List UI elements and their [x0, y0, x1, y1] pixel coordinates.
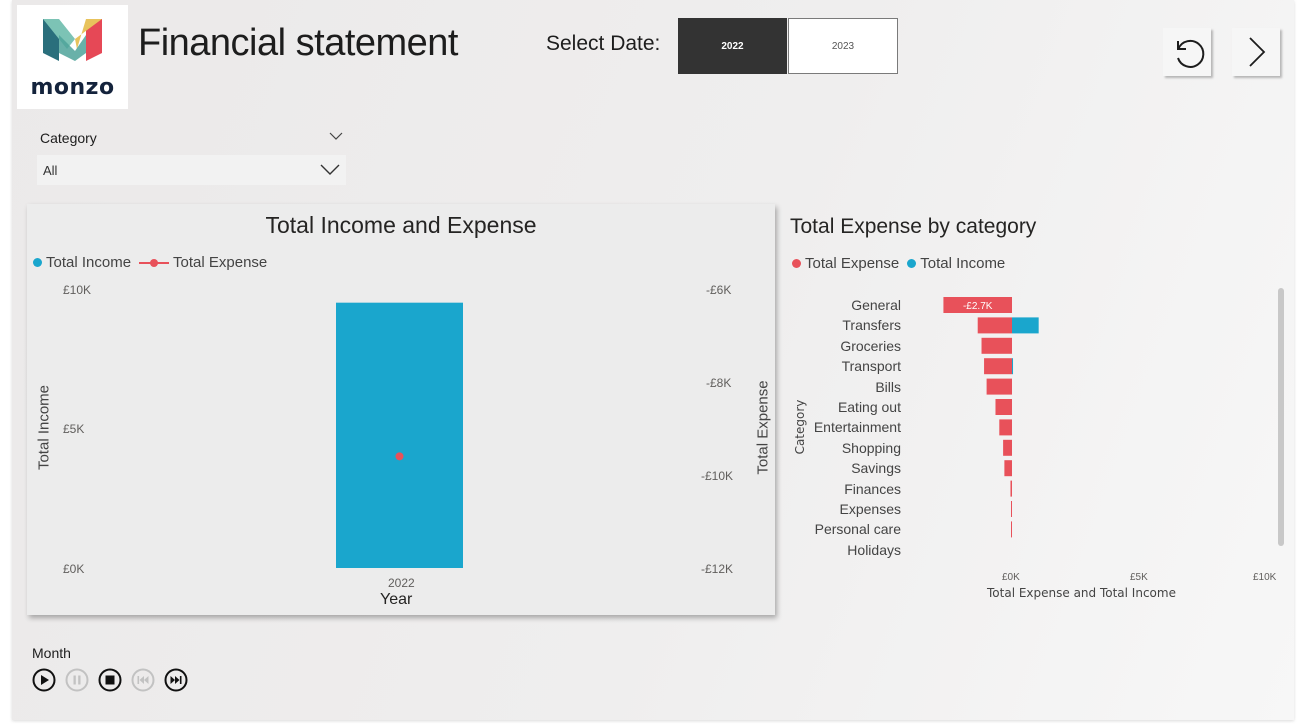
date-selector-label: Select Date:: [546, 32, 661, 55]
undo-icon: [1177, 39, 1205, 68]
legend-dot-icon: [907, 259, 917, 268]
category-label: Eating out: [837, 399, 901, 415]
chevron-right-icon: [1249, 37, 1266, 67]
bar-total-income-2022[interactable]: [336, 302, 463, 568]
category-slicer-label: Category: [40, 130, 97, 146]
chevron-down-icon: [320, 164, 340, 175]
next-page-button[interactable]: [1232, 28, 1280, 76]
x-axis-title: Year: [380, 591, 413, 608]
category-label: Finances: [844, 480, 901, 497]
category-label: Expenses: [839, 501, 901, 517]
legend-item-total-income[interactable]: Total Income: [907, 255, 1005, 272]
category-label: Savings: [851, 460, 901, 477]
income-expense-plot: [336, 302, 463, 568]
category-chart-scrollbar[interactable]: [1278, 288, 1284, 546]
chevron-down-icon[interactable]: [329, 131, 343, 141]
category-label: Transport: [841, 358, 901, 375]
legend-label: Total Expense: [805, 255, 900, 272]
x-tick-2022: 2022: [388, 576, 415, 590]
legend-label: Total Income: [920, 255, 1006, 272]
stop-icon[interactable]: [98, 668, 122, 692]
category-label: Transfers: [842, 317, 901, 334]
logo-wordmark: monzo: [30, 75, 115, 100]
income-expense-visual[interactable]: Total Income and Expense Total Income To…: [27, 204, 775, 615]
pause-icon[interactable]: [65, 668, 89, 692]
previous-icon[interactable]: [131, 668, 155, 692]
category-axis-title: Category: [793, 399, 807, 455]
monzo-logo: monzo: [17, 5, 128, 109]
next-icon[interactable]: [164, 668, 188, 692]
x-tick: £10K: [1253, 572, 1277, 583]
playback-label: Month: [32, 645, 71, 661]
category-chart-legend[interactable]: Total Expense Total Income: [792, 255, 1013, 272]
date-button-2022[interactable]: 2022: [678, 18, 787, 74]
category-label: Shopping: [841, 439, 901, 456]
x-tick: £5K: [1130, 572, 1148, 583]
x-axis-title: Total Expense and Total Income: [987, 586, 1176, 600]
legend-item-total-expense[interactable]: Total Expense: [792, 255, 899, 272]
category-chart-title: Total Expense by category: [790, 215, 1037, 238]
category-label: Personal care: [814, 521, 901, 538]
category-label: General: [851, 297, 901, 313]
page-title: Financial statement: [138, 22, 459, 64]
category-label: Holidays: [847, 541, 901, 558]
category-label: Groceries: [840, 337, 901, 354]
x-tick: £0K: [1002, 572, 1020, 583]
point-total-expense-2022[interactable]: [395, 452, 404, 461]
category-label: Entertainment: [813, 419, 901, 436]
reset-button[interactable]: [1163, 28, 1211, 76]
category-dropdown[interactable]: All: [37, 155, 346, 185]
date-button-2023[interactable]: 2023: [788, 18, 898, 74]
category-dropdown-value: All: [43, 163, 58, 178]
legend-dot-icon: [792, 259, 801, 268]
play-icon[interactable]: [32, 668, 56, 692]
category-label: Bills: [875, 378, 901, 395]
